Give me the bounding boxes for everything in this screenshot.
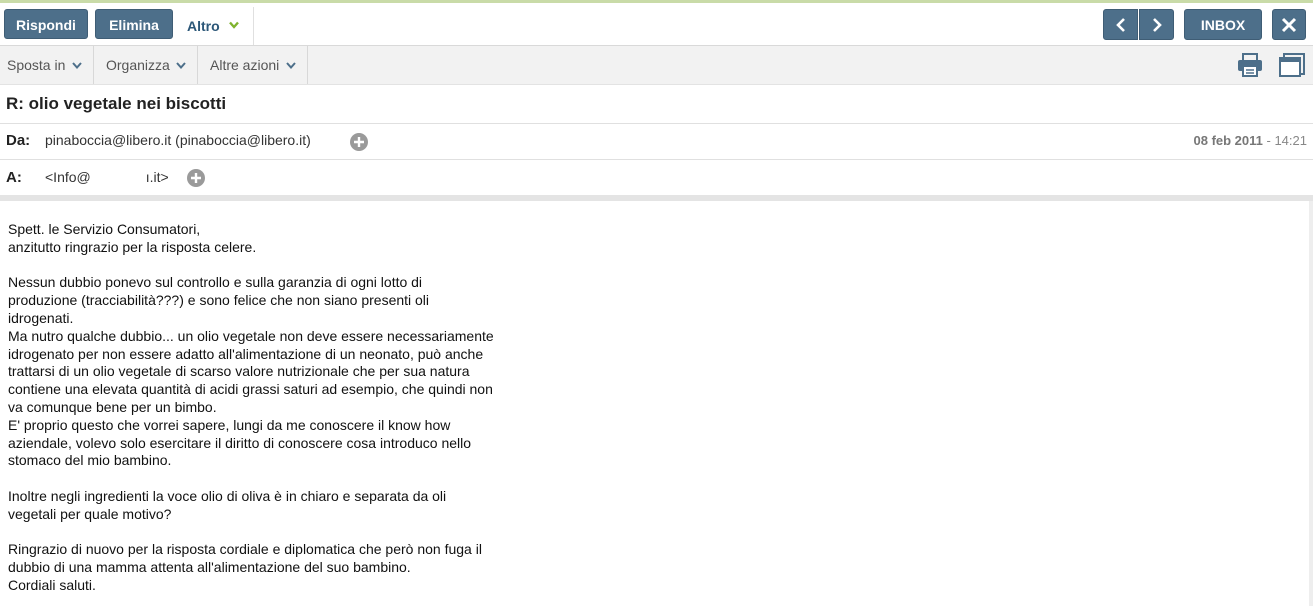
- body-line: Spett. le Servizio Consumatori,: [8, 221, 201, 237]
- chevron-down-icon: [176, 62, 186, 69]
- body-line: Ringrazio di nuovo per la risposta cordi…: [8, 541, 482, 558]
- reply-button[interactable]: Rispondi: [4, 9, 88, 39]
- divider: [0, 123, 1313, 124]
- main-toolbar: Rispondi Elimina Altro INBOX: [0, 3, 1313, 46]
- recipient-prefix: <Info@: [45, 169, 91, 185]
- body-line: E' proprio questo che vorrei sapere, lun…: [8, 416, 451, 433]
- body-line: idrogenati.: [8, 309, 74, 326]
- to-label: A:: [6, 169, 22, 186]
- chevron-left-icon: [1116, 18, 1125, 32]
- body-line: idrogenato per non essere adatto all'ali…: [8, 345, 484, 362]
- body-paragraph: Nessun dubbio ponevo sul controllo e sul…: [8, 274, 568, 470]
- body-line: Ma nutro qualche dubbio... un olio veget…: [8, 327, 494, 344]
- from-label: Da:: [6, 132, 31, 149]
- divider: [0, 159, 1313, 160]
- open-window-button[interactable]: [1278, 52, 1306, 78]
- previous-message-button[interactable]: [1103, 9, 1138, 40]
- body-paragraph: Ringrazio di nuovo per la risposta cordi…: [8, 541, 568, 594]
- close-icon: [1281, 17, 1297, 33]
- body-line: Nessun dubbio ponevo sul controllo e sul…: [8, 274, 423, 291]
- delete-button[interactable]: Elimina: [95, 9, 173, 39]
- body-line: dubbio di una mamma attenta all'alimenta…: [8, 559, 411, 576]
- organize-label: Organizza: [106, 57, 170, 73]
- body-line: trattarsi di un olio vegetale di scarso …: [8, 363, 470, 380]
- add-recipient-button[interactable]: [187, 169, 205, 187]
- header-body-separator: [0, 195, 1313, 201]
- date-value: 08 feb 2011: [1193, 133, 1263, 148]
- recipient-address[interactable]: <Info@ ı.it>: [45, 169, 175, 185]
- window-icon: [1279, 53, 1305, 77]
- next-message-button[interactable]: [1139, 9, 1174, 40]
- move-to-menu[interactable]: Sposta in: [0, 46, 94, 84]
- message-navigation: [1103, 9, 1174, 40]
- printer-icon: [1238, 53, 1262, 77]
- more-menu-button[interactable]: Altro: [174, 7, 254, 45]
- chevron-down-icon: [286, 62, 296, 69]
- organize-menu[interactable]: Organizza: [94, 46, 198, 84]
- body-line: stomaco del mio bambino.: [8, 452, 172, 469]
- body-paragraph: Inoltre negli ingredienti la voce olio d…: [8, 488, 568, 524]
- recipient-suffix: ı.it>: [145, 169, 169, 185]
- message-body: Spett. le Servizio Consumatori, anzitutto…: [8, 221, 568, 595]
- sender-address[interactable]: pinaboccia@libero.it (pinaboccia@libero.…: [45, 132, 311, 148]
- body-line: aziendale, volevo solo esercitare il dir…: [8, 434, 472, 451]
- other-actions-label: Altre azioni: [210, 57, 280, 73]
- time-value: 14:21: [1274, 133, 1307, 148]
- scrollbar-track[interactable]: [1309, 201, 1313, 606]
- actions-toolbar: Sposta in Organizza Altre azioni: [0, 46, 1313, 85]
- body-paragraph: Spett. le Servizio Consumatori, anzitutto…: [8, 221, 568, 257]
- more-label: Altro: [187, 18, 220, 34]
- body-line: Cordiali saluti.: [8, 576, 96, 593]
- body-line: produzione (tracciabilità???) e sono fel…: [8, 292, 430, 309]
- print-button[interactable]: [1236, 52, 1264, 78]
- date-separator: -: [1262, 133, 1275, 148]
- body-line: anzitutto ringrazio per la risposta cele…: [8, 238, 257, 255]
- plus-circle-icon: [350, 133, 368, 151]
- plus-circle-icon: [187, 169, 205, 187]
- body-line: contiene una elevata quantità di acidi g…: [8, 381, 493, 398]
- close-button[interactable]: [1272, 9, 1306, 40]
- other-actions-menu[interactable]: Altre azioni: [198, 46, 308, 84]
- body-line: vegetali per quale motivo?: [8, 505, 172, 522]
- move-to-label: Sposta in: [7, 57, 66, 73]
- chevron-right-icon: [1153, 18, 1162, 32]
- inbox-button[interactable]: INBOX: [1184, 9, 1262, 40]
- body-line: Inoltre negli ingredienti la voce olio d…: [8, 487, 447, 504]
- message-subject: R: olio vegetale nei biscotti: [6, 94, 227, 113]
- chevron-down-icon: [229, 21, 239, 29]
- chevron-down-icon: [72, 62, 82, 69]
- message-date: 08 feb 2011 - 14:21: [1194, 133, 1308, 148]
- add-sender-button[interactable]: [350, 133, 368, 151]
- body-line: va comunque bene per un bimbo.: [8, 398, 217, 415]
